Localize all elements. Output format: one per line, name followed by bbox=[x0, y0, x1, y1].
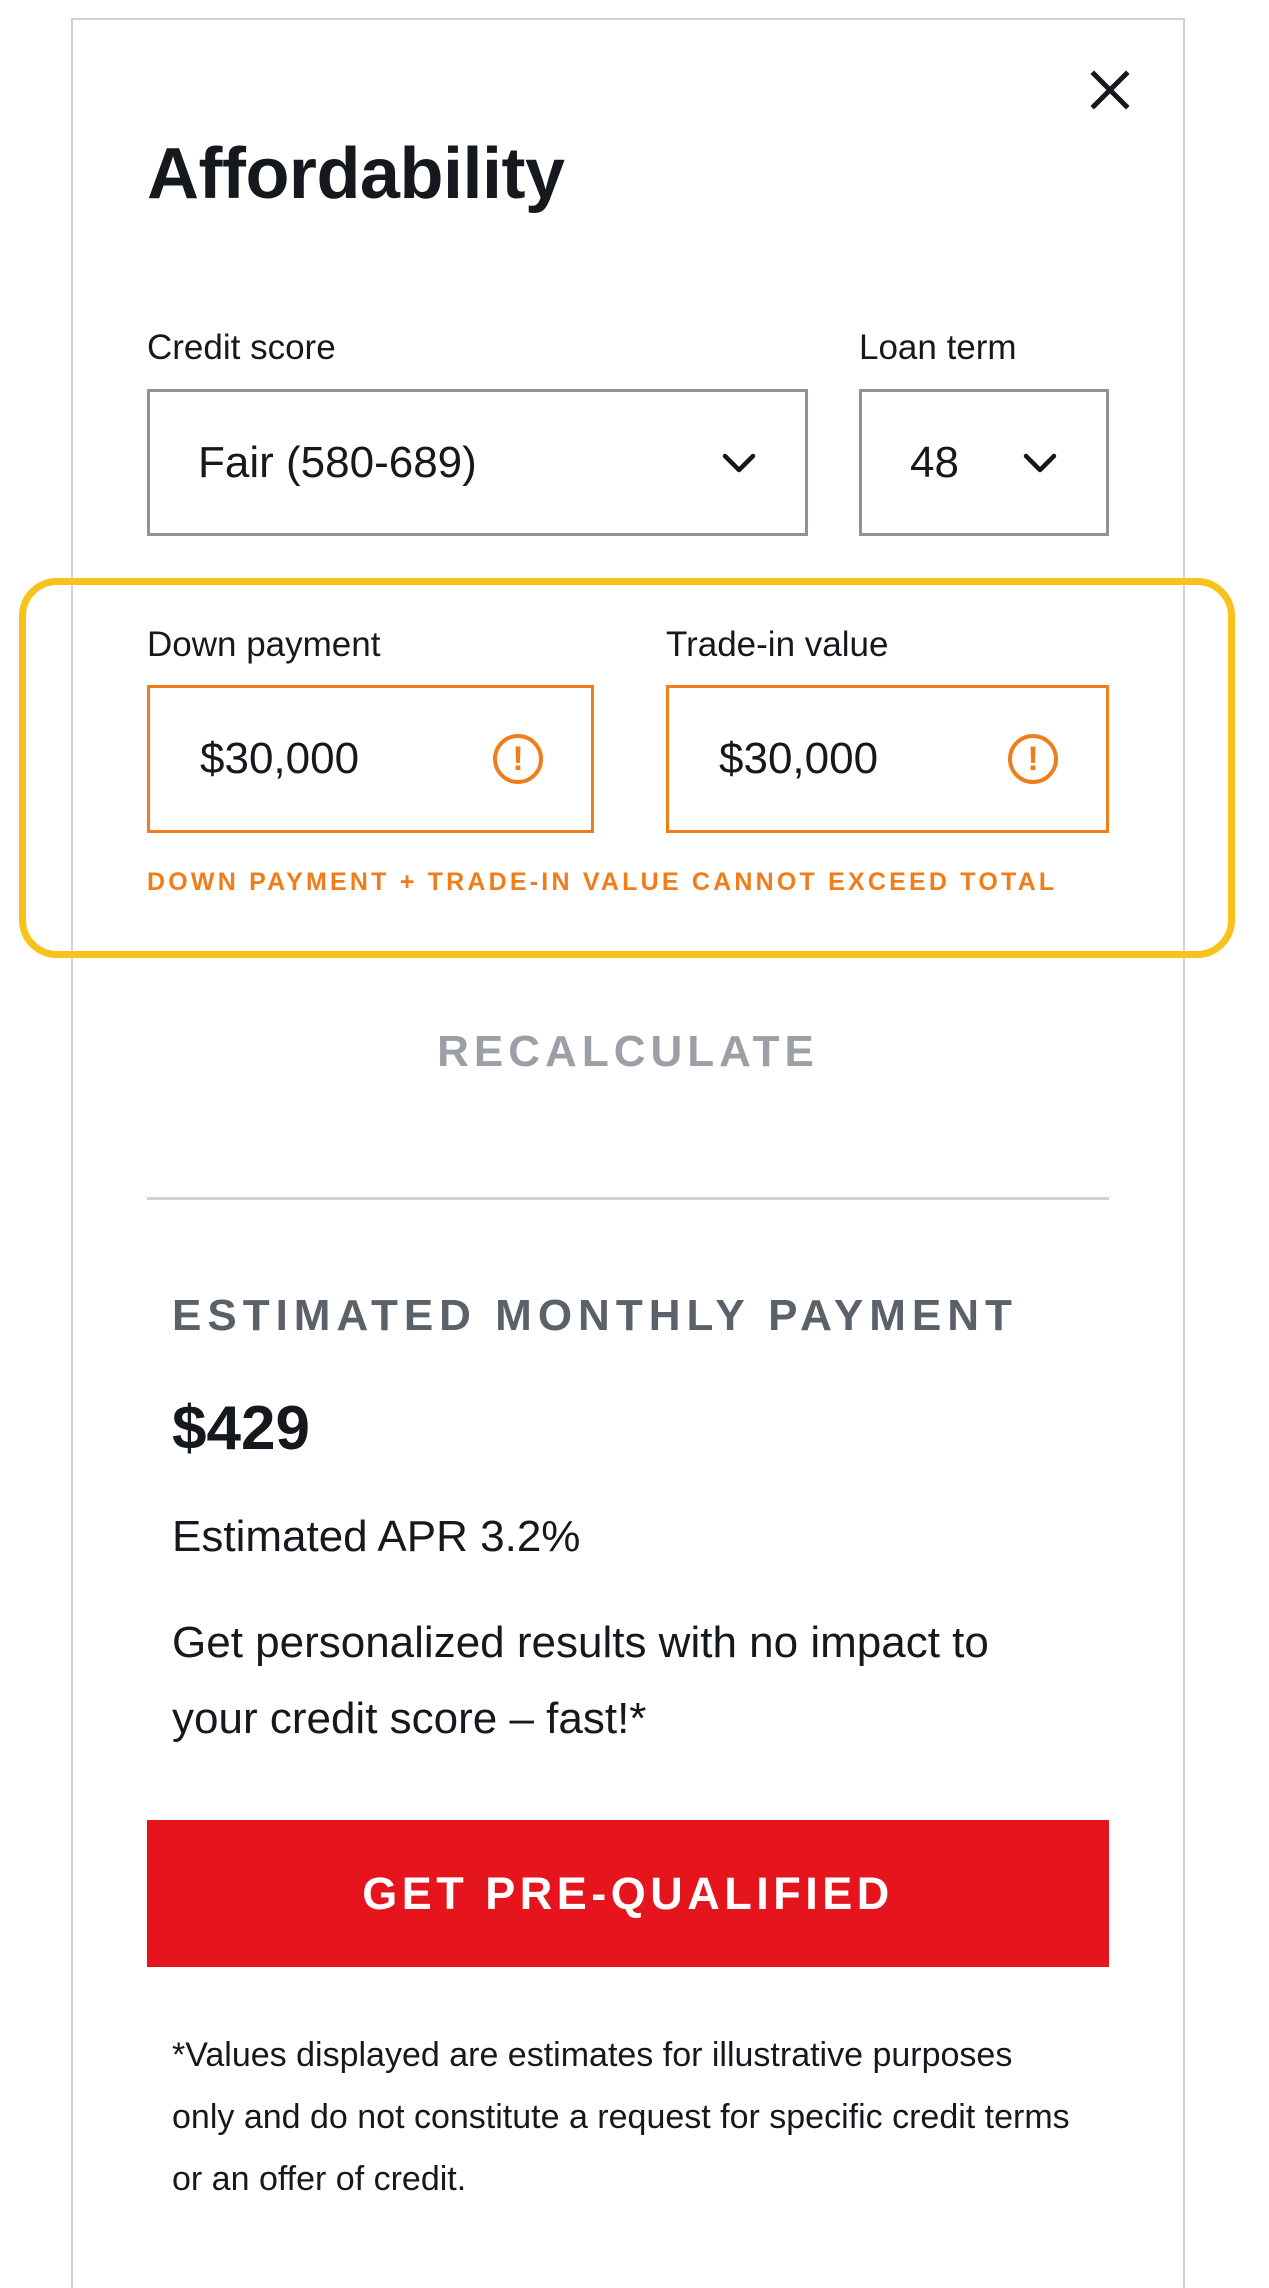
recalculate-button[interactable]: RECALCULATE bbox=[147, 1030, 1109, 1074]
prequalify-promo-text: Get personalized results with no impact … bbox=[172, 1618, 989, 1743]
down-payment-value: $30,000 bbox=[200, 734, 360, 783]
credit-score-select[interactable]: Fair (580-689) bbox=[147, 389, 808, 536]
chevron-down-icon bbox=[722, 453, 756, 472]
loan-term-label: Loan term bbox=[859, 328, 1017, 367]
trade-in-label: Trade-in value bbox=[666, 625, 889, 664]
section-divider bbox=[147, 1197, 1109, 1200]
chevron-down-icon bbox=[1023, 453, 1057, 472]
estimated-apr: Estimated APR 3.2% bbox=[172, 1512, 581, 1561]
close-icon[interactable] bbox=[1084, 64, 1136, 116]
down-payment-input[interactable]: $30,000 ! bbox=[147, 685, 594, 833]
validation-error-message: DOWN PAYMENT + TRADE-IN VALUE CANNOT EXC… bbox=[147, 868, 1058, 896]
credit-score-value: Fair (580-689) bbox=[198, 437, 477, 487]
trade-in-value: $30,000 bbox=[719, 734, 879, 783]
loan-term-value: 48 bbox=[910, 437, 959, 487]
disclaimer-text: *Values displayed are estimates for illu… bbox=[172, 2036, 1070, 2198]
estimate-heading: ESTIMATED MONTHLY PAYMENT bbox=[172, 1291, 1018, 1340]
warning-icon: ! bbox=[1008, 734, 1058, 784]
down-payment-label: Down payment bbox=[147, 625, 381, 664]
warning-icon: ! bbox=[493, 734, 543, 784]
trade-in-input[interactable]: $30,000 ! bbox=[666, 685, 1109, 833]
get-prequalified-button[interactable]: GET PRE-QUALIFIED bbox=[147, 1820, 1109, 1967]
loan-term-select[interactable]: 48 bbox=[859, 389, 1109, 536]
credit-score-label: Credit score bbox=[147, 328, 336, 367]
page-title: Affordability bbox=[147, 134, 565, 214]
monthly-payment-amount: $429 bbox=[172, 1394, 310, 1463]
